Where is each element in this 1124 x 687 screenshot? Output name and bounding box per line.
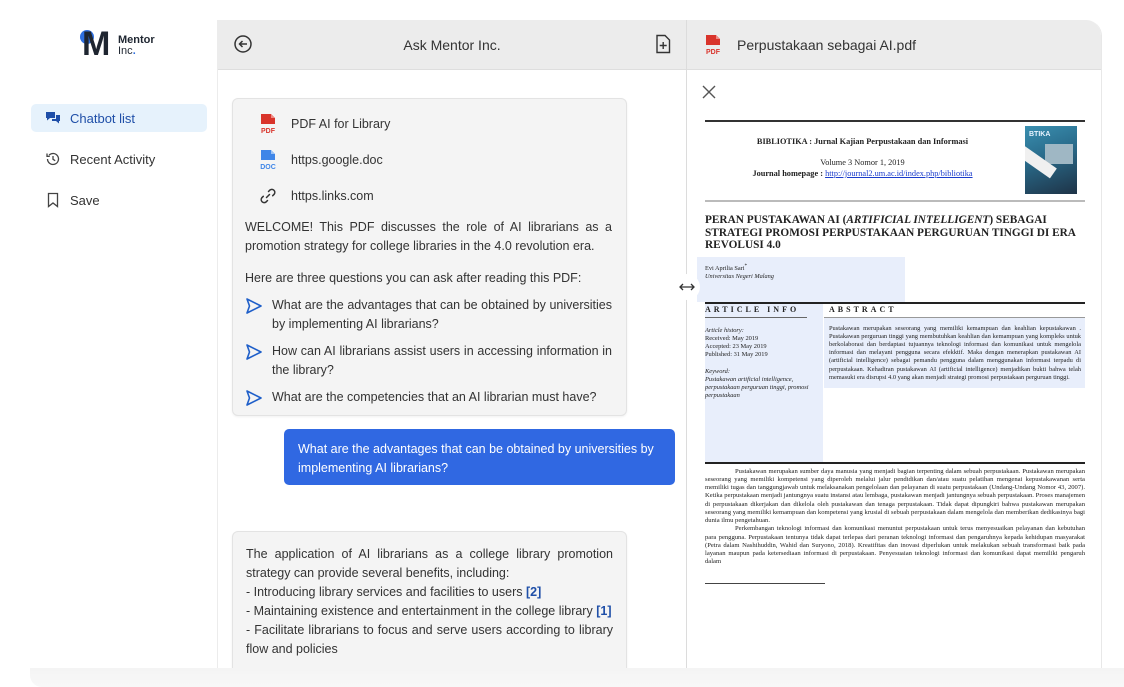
send-arrow-icon	[245, 343, 263, 361]
source-label: https.google.doc	[291, 153, 383, 167]
answer-point: - Introducing library services and facil…	[246, 585, 542, 599]
doc-file-icon: DOC	[258, 149, 278, 171]
sidebar-item-recent-activity[interactable]: Recent Activity	[31, 145, 207, 173]
divider	[705, 200, 1085, 202]
journal-homepage: Journal homepage : http://journal2.um.ac…	[752, 169, 973, 178]
close-icon[interactable]	[701, 84, 717, 100]
bot-message-welcome: PDF PDF AI for Library DOC https.google.…	[232, 98, 627, 416]
source-label: PDF AI for Library	[291, 117, 391, 131]
workspace: Ask Mentor Inc. PDF PDF AI for Library D…	[217, 20, 1102, 668]
horizontal-resize-icon	[679, 283, 695, 291]
abstract: ABSTRACT Pustakawan merupakan seseorang …	[824, 304, 1085, 388]
journal-homepage-link[interactable]: http://journal2.um.ac.id/index.php/bibli…	[825, 169, 972, 178]
answer-intro: The application of AI librarians as a co…	[246, 547, 613, 580]
welcome-text: WELCOME! This PDF discusses the role of …	[245, 220, 612, 253]
article-info: ARTICLE INFO Article history: Received: …	[705, 303, 823, 464]
author-info: Evi Aprilia Sari* Universitas Negeri Mal…	[697, 256, 905, 302]
pdf-viewer-panel: PDF Perpustakaan sebagai AI.pdf BIBLIOTI…	[687, 20, 1101, 668]
sidebar: M Mentor Inc. Chatbot list Recent Activi…	[0, 0, 217, 687]
svg-text:DOC: DOC	[260, 164, 276, 171]
source-label: https.links.com	[291, 189, 374, 203]
sidebar-item-label: Save	[70, 192, 100, 208]
svg-text:PDF: PDF	[706, 49, 721, 56]
journal-volume: Volume 3 Nomor 1, 2019	[820, 158, 905, 167]
paper-body: Pustakawan merupakan sumber daya manusia…	[705, 467, 1085, 566]
citation-link[interactable]: [1]	[596, 604, 611, 618]
citation-link[interactable]: [2]	[526, 585, 541, 599]
bookmark-icon	[45, 192, 61, 208]
chat-header: Ask Mentor Inc.	[218, 20, 686, 70]
footnote-divider	[705, 582, 825, 584]
link-icon	[258, 185, 278, 207]
pdf-file-icon: PDF	[703, 34, 723, 56]
chat-title: Ask Mentor Inc.	[403, 36, 501, 53]
chat-panel: Ask Mentor Inc. PDF PDF AI for Library D…	[217, 20, 687, 668]
article-info-abstract: ARTICLE INFO Article history: Received: …	[705, 301, 1085, 464]
pdf-file-name: Perpustakaan sebagai AI.pdf	[737, 36, 917, 53]
brand-logo[interactable]: M Mentor Inc.	[80, 25, 155, 63]
suggested-question[interactable]: What are the advantages that can be obta…	[245, 296, 612, 334]
sidebar-nav: Chatbot list Recent Activity Save	[31, 104, 207, 227]
journal-title: BIBLIOTIKA : Jurnal Kajian Perpustakaan …	[756, 137, 969, 146]
panel-resize-handle[interactable]	[674, 274, 700, 300]
bottom-edge	[30, 668, 1124, 687]
answer-point: - Facilitate librarians to focus and ser…	[246, 623, 613, 656]
pdf-page: BIBLIOTIKA : Jurnal Kajian Perpustakaan …	[697, 120, 1085, 584]
questions-intro: Here are three questions you can ask aft…	[245, 271, 582, 285]
chat-bubbles-icon	[45, 110, 61, 126]
sidebar-item-label: Recent Activity	[70, 151, 156, 167]
bot-message-answer: The application of AI librarians as a co…	[232, 531, 627, 668]
logo-mark-icon: M	[80, 25, 110, 63]
suggested-question[interactable]: How can AI librarians assist users in ac…	[245, 342, 612, 380]
logo-text: Mentor Inc.	[118, 33, 155, 57]
history-icon	[45, 151, 61, 167]
back-arrow-icon[interactable]	[233, 34, 253, 54]
sidebar-item-label: Chatbot list	[70, 110, 136, 126]
pdf-file-icon: PDF	[258, 113, 278, 135]
user-message-bubble: What are the advantages that can be obta…	[284, 429, 675, 485]
send-arrow-icon	[245, 297, 263, 315]
source-item-doc[interactable]: DOC https.google.doc	[245, 149, 612, 171]
source-item-pdf[interactable]: PDF PDF AI for Library	[245, 113, 612, 135]
user-message: What are the advantages that can be obta…	[284, 400, 675, 504]
journal-header: BIBLIOTIKA : Jurnal Kajian Perpustakaan …	[705, 122, 1085, 200]
send-arrow-icon	[245, 389, 263, 407]
pdf-header: PDF Perpustakaan sebagai AI.pdf	[687, 20, 1101, 70]
sidebar-item-chatbot-list[interactable]: Chatbot list	[31, 104, 207, 132]
svg-text:PDF: PDF	[261, 128, 276, 135]
new-document-icon[interactable]	[654, 34, 672, 54]
journal-cover-image: BTIKA	[1025, 126, 1077, 194]
answer-point: - Maintaining existence and entertainmen…	[246, 604, 612, 618]
paper-title: PERAN PUSTAKAWAN AI (ARTIFICIAL INTELLIG…	[705, 214, 1076, 251]
source-item-link[interactable]: https.links.com	[245, 185, 612, 207]
sidebar-item-save[interactable]: Save	[31, 186, 207, 214]
